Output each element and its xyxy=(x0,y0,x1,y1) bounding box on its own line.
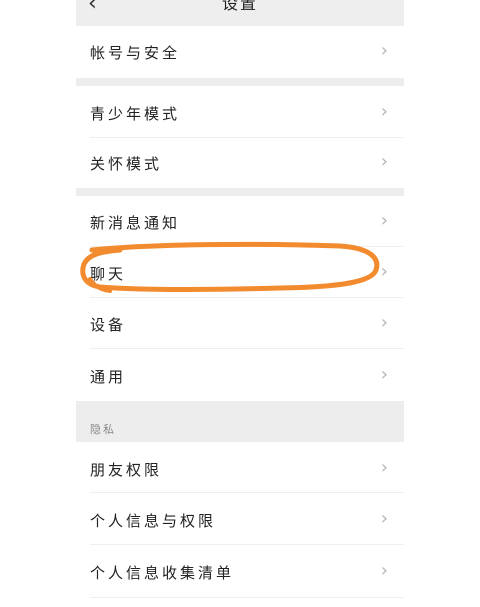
settings-screen: ‹ 设置 帐号与安全 › 青少年模式 › 关怀模式 › 新消息通知 › 聊天 ›… xyxy=(76,0,404,607)
row-label: 聊天 xyxy=(90,265,127,283)
chevron-right-icon: › xyxy=(380,457,388,478)
row-general[interactable]: 通用 › xyxy=(76,349,404,401)
page-title: 设置 xyxy=(221,0,258,13)
row-personal-info-permissions[interactable]: 个人信息与权限 › xyxy=(76,493,404,544)
chevron-right-icon: › xyxy=(380,312,388,333)
row-label: 设备 xyxy=(90,316,127,334)
row-label: 新消息通知 xyxy=(90,214,181,232)
row-friend-permissions[interactable]: 朋友权限 › xyxy=(76,442,404,492)
chevron-right-icon: › xyxy=(380,101,388,122)
chevron-right-icon: › xyxy=(380,151,388,172)
chevron-right-icon: › xyxy=(380,261,388,282)
row-chat[interactable]: 聊天 › xyxy=(76,247,404,297)
row-label: 朋友权限 xyxy=(90,461,163,479)
nav-bar: ‹ 设置 xyxy=(76,0,404,26)
chevron-right-icon: › xyxy=(380,40,388,61)
row-label: 帐号与安全 xyxy=(90,44,181,62)
chevron-right-icon: › xyxy=(380,508,388,529)
row-account-security[interactable]: 帐号与安全 › xyxy=(76,26,404,78)
row-personal-info-list[interactable]: 个人信息收集清单 › xyxy=(76,545,404,597)
row-youth-mode[interactable]: 青少年模式 › xyxy=(76,86,404,138)
row-care-mode[interactable]: 关怀模式 › xyxy=(76,138,404,188)
chevron-right-icon: › xyxy=(380,364,388,385)
chevron-right-icon: › xyxy=(380,210,388,231)
row-label: 个人信息与权限 xyxy=(90,512,217,530)
row-divider xyxy=(90,597,404,598)
section-label-privacy: 隐私 xyxy=(90,423,116,436)
row-label: 青少年模式 xyxy=(90,105,181,123)
chevron-right-icon: › xyxy=(380,560,388,581)
row-device[interactable]: 设备 › xyxy=(76,298,404,348)
row-label: 通用 xyxy=(90,368,127,386)
row-label: 个人信息收集清单 xyxy=(90,564,235,582)
row-label: 关怀模式 xyxy=(90,155,163,173)
section-gap xyxy=(76,188,404,196)
privacy-section-header: 隐私 xyxy=(76,401,404,442)
row-new-message-notification[interactable]: 新消息通知 › xyxy=(76,196,404,246)
section-gap xyxy=(76,78,404,86)
